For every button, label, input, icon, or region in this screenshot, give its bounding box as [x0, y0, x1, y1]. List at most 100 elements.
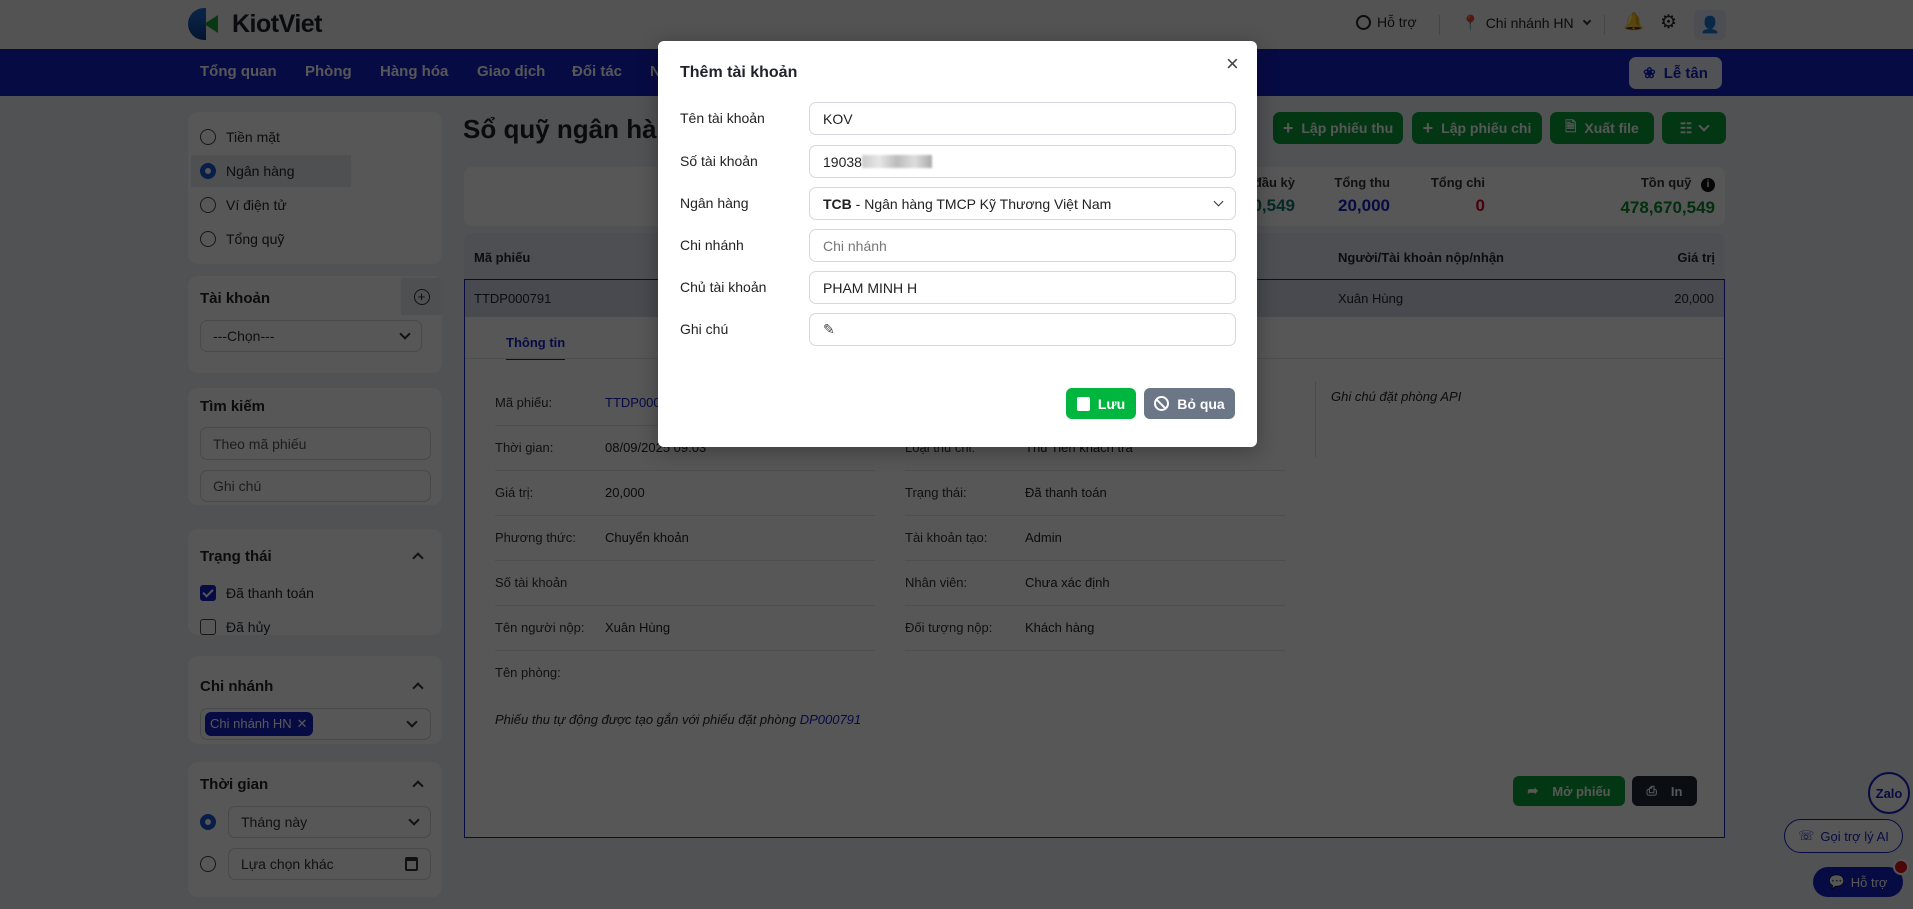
plus-circle-icon: + [413, 288, 430, 305]
account-number-value: 19038 [823, 153, 862, 170]
time-custom-input[interactable]: Lựa chọn khác [228, 848, 431, 880]
nav-transactions[interactable]: Giao dịch [477, 63, 545, 80]
time-preset-value: Tháng này [241, 814, 308, 830]
branch-tag: Chi nhánh HN ✕ [205, 712, 313, 736]
row-divider [495, 605, 875, 606]
info-icon[interactable]: i [1701, 178, 1715, 192]
nav-overview[interactable]: Tổng quan [200, 63, 277, 80]
create-receipt-button[interactable]: + Lập phiếu thu [1273, 112, 1403, 144]
ai-call-button[interactable]: ☏ Gọi trợ lý AI [1784, 819, 1903, 853]
file-export-icon: 🗎 [1565, 118, 1577, 134]
branch-label: Chi nhánh HN [1485, 15, 1574, 31]
support-label: Hỗ trợ [1377, 14, 1417, 30]
time-preset-select[interactable]: Tháng này [228, 806, 431, 838]
gear-icon[interactable]: ⚙ [1660, 11, 1677, 34]
status-cancelled-checkbox[interactable]: Đã hủy [200, 619, 270, 635]
fund-type-label: Ví điện tử [226, 197, 287, 213]
branch-multiselect[interactable]: Chi nhánh HN ✕ [200, 708, 431, 740]
chevron-down-icon [406, 716, 418, 728]
detail-label: Tên người nộp: [495, 620, 585, 635]
share-arrow-icon: ➦ [1527, 783, 1539, 798]
nav-rooms[interactable]: Phòng [305, 63, 352, 80]
zalo-label: Zalo [1875, 785, 1903, 801]
location-pin-icon: 📍 [1461, 15, 1480, 32]
search-note-input[interactable]: Ghi chú [200, 470, 431, 502]
fund-type-label: Ngân hàng [226, 163, 295, 179]
note-input[interactable]: ✎ [809, 313, 1236, 346]
detail-label: Nhân viên: [905, 575, 968, 590]
search-title: Tìm kiếm [200, 398, 266, 415]
account-number-input[interactable]: 19038 [809, 145, 1236, 178]
nav-partners[interactable]: Đối tác [572, 63, 622, 80]
printer-icon: ⎙ [1646, 783, 1657, 798]
user-avatar-icon[interactable]: 👤 [1694, 10, 1726, 40]
detail-value: 20,000 [605, 485, 645, 500]
branch-selector[interactable]: 📍 Chi nhánh HN [1461, 14, 1591, 32]
detail-value: Chưa xác định [1025, 575, 1110, 590]
booking-link[interactable]: DP000791 [800, 712, 861, 727]
add-account-button[interactable]: + [401, 278, 442, 315]
tab-info[interactable]: Thông tin [506, 335, 566, 360]
detail-label: Số tài khoản [495, 575, 568, 590]
status-paid-checkbox[interactable]: Đã thanh toán [200, 585, 314, 601]
close-icon[interactable]: ✕ [297, 716, 308, 732]
column-header-person[interactable]: Người/Tài khoản nộp/nhận [1338, 250, 1504, 265]
owner-value: PHAM MINH H [823, 279, 918, 296]
chevron-down-icon [399, 328, 411, 340]
branch-title: Chi nhánh [200, 678, 274, 695]
radio-icon [200, 231, 216, 247]
owner-label: Chủ tài khoản [680, 279, 767, 295]
phone-icon: ☏ [1798, 828, 1815, 843]
row-divider [905, 605, 1285, 606]
fund-type-cash[interactable]: Tiền mặt [200, 129, 280, 145]
row-divider [905, 515, 1285, 516]
account-select[interactable]: ---Chọn--- [200, 320, 422, 352]
auto-note: Phiếu thu tự động được tạo gắn với phiếu… [495, 712, 861, 727]
bank-label: Ngân hàng [680, 195, 749, 211]
close-icon[interactable]: × [1226, 53, 1239, 75]
print-button[interactable]: ⎙ In [1632, 776, 1697, 806]
open-voucher-button[interactable]: ➦ Mở phiếu [1513, 776, 1625, 806]
export-file-button[interactable]: 🗎 Xuất file [1550, 112, 1654, 144]
export-file-label: Xuất file [1584, 120, 1639, 136]
checkbox-icon [200, 619, 216, 635]
bank-code: TCB [823, 195, 852, 212]
divider [1439, 15, 1440, 35]
reception-button[interactable]: ❀ Lễ tân [1629, 57, 1722, 89]
time-custom-radio[interactable] [200, 856, 216, 872]
row-divider [905, 560, 1285, 561]
account-name-input[interactable]: KOV [809, 102, 1236, 135]
branch-input[interactable]: Chi nhánh [809, 229, 1236, 262]
logo[interactable]: KiotViet [188, 8, 323, 40]
bank-select[interactable]: TCB - Ngân hàng TMCP Kỹ Thương Việt Nam [809, 187, 1236, 220]
create-receipt-label: Lập phiếu thu [1301, 120, 1394, 136]
support-chat-button[interactable]: 💬 Hỗ trợ [1813, 867, 1903, 897]
time-preset-radio[interactable] [200, 814, 216, 830]
column-header-code[interactable]: Mã phiếu [474, 250, 530, 265]
bell-icon[interactable]: 🔔 [1623, 12, 1644, 32]
divider [1604, 15, 1605, 35]
row-divider [905, 470, 1285, 471]
checkbox-checked-icon [200, 585, 216, 601]
search-code-input[interactable]: Theo mã phiếu [200, 427, 431, 460]
support-link[interactable]: Hỗ trợ [1356, 14, 1417, 30]
chevron-down-icon [1213, 196, 1224, 207]
nav-goods[interactable]: Hàng hóa [380, 63, 448, 80]
fund-type-ewallet[interactable]: Ví điện tử [200, 197, 287, 213]
fund-type-bank[interactable]: Ngân hàng [200, 163, 295, 179]
save-button[interactable]: Lưu [1066, 388, 1136, 419]
column-header-value[interactable]: Giá trị [1677, 250, 1715, 265]
account-title: Tài khoản [200, 290, 271, 307]
owner-input[interactable]: PHAM MINH H [809, 271, 1236, 304]
status-label: Đã hủy [226, 619, 271, 635]
create-payment-button[interactable]: + Lập phiếu chi [1412, 112, 1542, 144]
column-menu-button[interactable]: ☷ [1662, 112, 1726, 144]
detail-label: Đối tượng nộp: [905, 620, 993, 635]
print-label: In [1670, 783, 1683, 799]
calendar-icon[interactable] [405, 857, 418, 871]
cancel-button[interactable]: Bỏ qua [1144, 388, 1235, 419]
create-payment-label: Lập phiếu chi [1441, 120, 1532, 136]
fund-type-total[interactable]: Tổng quỹ [200, 231, 284, 247]
zalo-button[interactable]: Zalo [1868, 772, 1910, 814]
summary-expense: Tổng chi 0 [1431, 175, 1485, 216]
